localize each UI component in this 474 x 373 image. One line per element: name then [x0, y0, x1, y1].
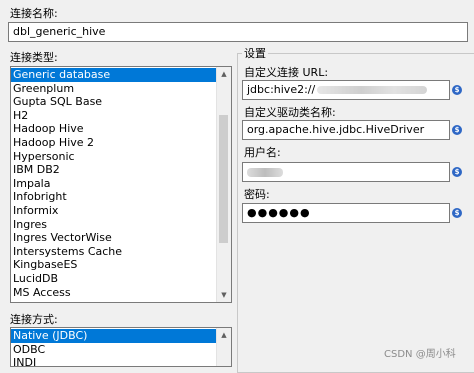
scroll-down-arrow-icon[interactable]: ▼: [217, 288, 231, 302]
username-label: 用户名:: [244, 146, 281, 159]
password-label: 密码:: [244, 188, 270, 201]
list-item[interactable]: MS Access: [11, 286, 231, 300]
list-item[interactable]: Hypersonic: [11, 150, 231, 164]
list-item[interactable]: Impala: [11, 177, 231, 191]
list-item[interactable]: Hadoop Hive 2: [11, 136, 231, 150]
watermark: CSDN @周小科: [384, 349, 456, 360]
scroll-up-arrow-icon[interactable]: ▲: [217, 67, 231, 81]
list-item[interactable]: Intersystems Cache: [11, 245, 231, 259]
access-method-scrollbar[interactable]: ▲: [216, 328, 231, 366]
connection-type-list[interactable]: Generic database Greenplum Gupta SQL Base H…: [10, 66, 232, 303]
list-item[interactable]: Informix: [11, 204, 231, 218]
list-item[interactable]: LucidDB: [11, 272, 231, 286]
variable-icon[interactable]: $: [452, 208, 462, 218]
list-item[interactable]: Hadoop Hive: [11, 122, 231, 136]
connection-name-input[interactable]: dbl_generic_hive: [8, 22, 468, 42]
custom-url-label: 自定义连接 URL:: [244, 66, 329, 79]
redacted-text: [247, 167, 283, 177]
variable-icon[interactable]: $: [452, 85, 462, 95]
connection-type-scrollbar[interactable]: ▲ ▼: [216, 67, 231, 302]
custom-driver-input[interactable]: org.apache.hive.jdbc.HiveDriver: [242, 120, 450, 140]
settings-title: 设置: [242, 45, 268, 61]
list-item[interactable]: Native (JDBC): [11, 329, 231, 343]
variable-icon[interactable]: $: [452, 167, 462, 177]
scroll-thumb[interactable]: [219, 115, 228, 243]
list-item[interactable]: H2: [11, 109, 231, 123]
username-input[interactable]: [242, 162, 450, 182]
custom-url-value: jdbc:hive2://: [247, 83, 316, 96]
scroll-up-arrow-icon[interactable]: ▲: [217, 328, 231, 342]
custom-url-input[interactable]: jdbc:hive2://: [242, 80, 450, 100]
list-item[interactable]: Gupta SQL Base: [11, 95, 231, 109]
connection-type-label: 连接类型:: [10, 51, 58, 64]
list-item[interactable]: KingbaseES: [11, 258, 231, 272]
list-item[interactable]: Ingres VectorWise: [11, 231, 231, 245]
list-item[interactable]: ODBC: [11, 343, 231, 357]
list-item[interactable]: JNDI: [11, 356, 231, 366]
password-input[interactable]: ●●●●●●: [242, 203, 450, 223]
list-item[interactable]: Infobright: [11, 190, 231, 204]
list-item[interactable]: Generic database: [11, 68, 231, 82]
redacted-text: [317, 86, 428, 94]
custom-driver-label: 自定义驱动类名称:: [244, 106, 336, 119]
access-method-list[interactable]: Native (JDBC) ODBC JNDI ▲: [10, 327, 232, 367]
variable-icon[interactable]: $: [452, 125, 462, 135]
connection-name-label: 连接名称:: [10, 7, 58, 20]
list-item[interactable]: Greenplum: [11, 82, 231, 96]
access-method-label: 连接方式:: [10, 313, 58, 326]
list-item[interactable]: Ingres: [11, 218, 231, 232]
list-item[interactable]: IBM DB2: [11, 163, 231, 177]
